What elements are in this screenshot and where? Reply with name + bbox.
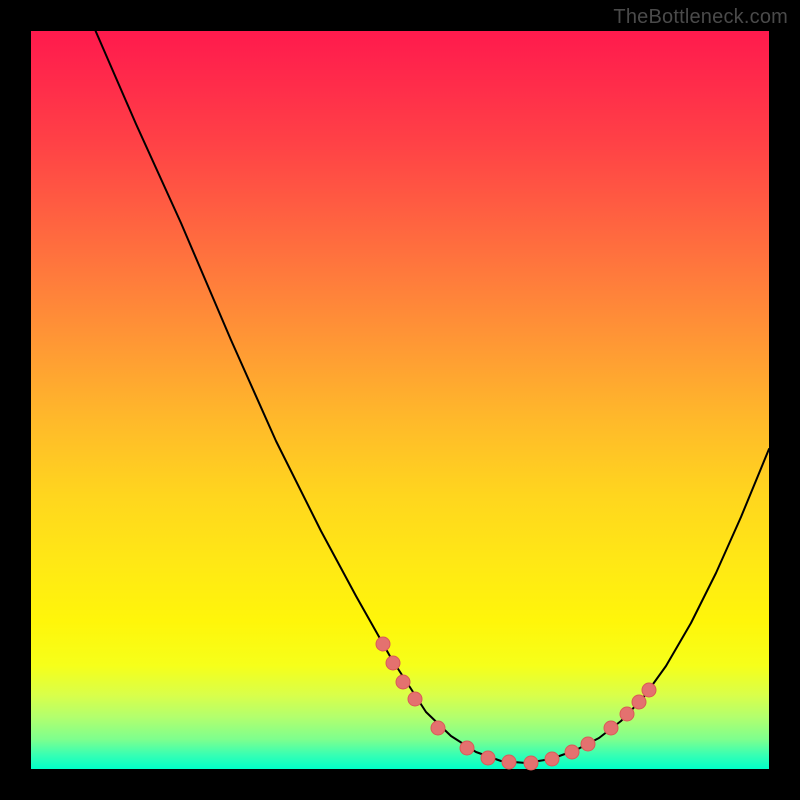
highlight-dot [620,707,634,721]
highlight-dot [524,756,538,770]
highlight-dot [431,721,445,735]
highlight-dot [396,675,410,689]
highlight-dot [604,721,618,735]
highlight-dot [408,692,422,706]
highlight-dot [460,741,474,755]
highlight-dot [481,751,495,765]
highlight-dot [632,695,646,709]
highlight-dot [545,752,559,766]
bottleneck-curve [93,25,769,763]
highlight-dot [565,745,579,759]
chart-overlay [31,31,769,769]
highlight-dot [386,656,400,670]
highlight-dot [581,737,595,751]
chart-stage: TheBottleneck.com [0,0,800,800]
watermark-text: TheBottleneck.com [613,6,788,29]
highlight-dot [502,755,516,769]
highlight-dots-group [376,637,656,770]
highlight-dot [642,683,656,697]
highlight-dot [376,637,390,651]
